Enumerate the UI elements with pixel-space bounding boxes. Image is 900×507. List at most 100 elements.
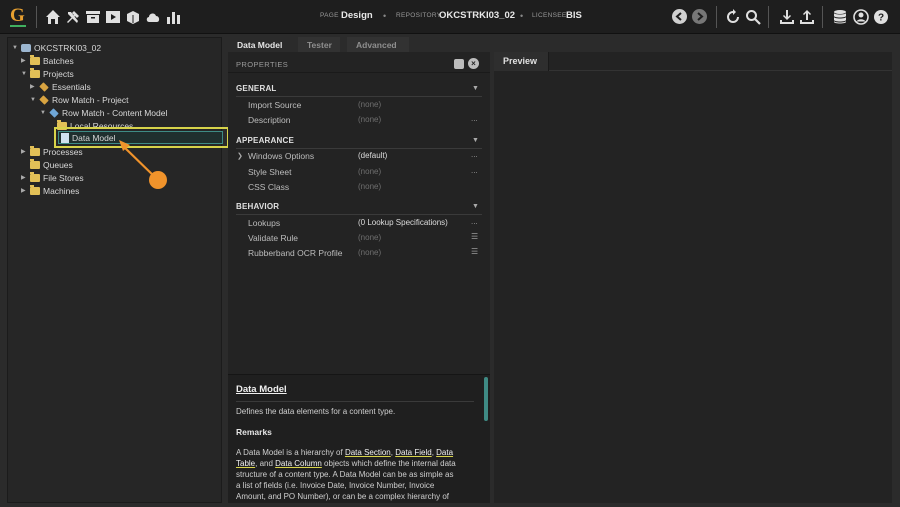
property-name: CSS Class xyxy=(248,182,290,192)
forward-icon[interactable] xyxy=(692,9,707,24)
tree-root[interactable]: ▼ OKCSTRKI03_02 xyxy=(12,41,101,54)
property-name: Windows Options xyxy=(248,151,315,161)
upload-icon[interactable] xyxy=(798,8,816,26)
home-icon[interactable] xyxy=(44,8,62,26)
folder-icon xyxy=(30,145,40,156)
property-value[interactable]: (none) xyxy=(358,182,381,191)
expand-caret-icon[interactable]: ▼ xyxy=(21,71,30,77)
user-icon[interactable] xyxy=(852,8,870,26)
help-paragraph: A Data Model is a hierarchy of Data Sect… xyxy=(236,448,456,501)
help-link-data-section[interactable]: Data Section xyxy=(345,448,391,457)
back-icon[interactable] xyxy=(672,9,687,24)
page-value: Design xyxy=(341,10,373,21)
ellipsis-button[interactable]: ... xyxy=(471,114,478,123)
close-icon[interactable]: × xyxy=(468,58,479,69)
save-icon[interactable] xyxy=(454,59,464,69)
page-label: PAGE xyxy=(320,12,339,19)
cloud-icon[interactable] xyxy=(144,8,162,26)
property-name: Validate Rule xyxy=(248,233,298,243)
tree-item-data-model[interactable]: Data Model xyxy=(61,131,115,144)
folder-icon xyxy=(30,171,40,182)
search-icon[interactable] xyxy=(744,8,762,26)
folder-icon xyxy=(30,67,40,78)
tree-item-content-model[interactable]: ▼ Row Match - Content Model xyxy=(40,106,167,119)
expand-caret-icon[interactable]: ▶ xyxy=(21,187,30,194)
help-title: Data Model xyxy=(236,384,287,395)
repository-value: OKCSTRKI03_02 xyxy=(439,10,516,21)
tree-item-queues[interactable]: Queues xyxy=(21,158,73,171)
help-summary: Defines the data elements for a content … xyxy=(236,407,396,416)
help-link-data-column[interactable]: Data Column xyxy=(275,459,322,468)
list-icon[interactable]: ☰ xyxy=(471,247,478,256)
help-panel: Data Model Defines the data elements for… xyxy=(228,374,490,503)
tree-item-essentials[interactable]: ▶ Essentials xyxy=(30,80,91,93)
list-icon[interactable]: ☰ xyxy=(471,232,478,241)
tree-item-row-match-project[interactable]: ▼ Row Match - Project xyxy=(30,93,129,106)
property-value[interactable]: (none) xyxy=(358,167,381,176)
download-icon[interactable] xyxy=(778,8,796,26)
tab-tester[interactable]: Tester xyxy=(298,37,340,53)
property-value[interactable]: (none) xyxy=(358,100,381,109)
licensee-label: LICENSEE xyxy=(532,12,567,19)
chevron-down-icon[interactable]: ▼ xyxy=(472,85,479,92)
tab-advanced[interactable]: Advanced xyxy=(347,37,409,53)
property-value[interactable]: (0 Lookup Specifications) xyxy=(358,218,448,227)
tab-data-model[interactable]: Data Model xyxy=(228,37,294,53)
help-scrollbar[interactable] xyxy=(484,377,488,421)
help-link-data-table[interactable]: Table xyxy=(236,459,255,468)
expand-caret-icon[interactable]: ▶ xyxy=(21,174,30,181)
property-value[interactable]: (none) xyxy=(358,233,381,242)
property-name: Lookups xyxy=(248,218,281,228)
package-icon[interactable] xyxy=(124,8,142,26)
repository-label: REPOSITORY xyxy=(396,12,442,19)
expand-caret-icon[interactable]: ▼ xyxy=(12,45,21,51)
ellipsis-button[interactable]: ... xyxy=(471,150,478,159)
folder-icon xyxy=(30,184,40,195)
property-name: Style Sheet xyxy=(248,167,292,177)
help-icon[interactable]: ? xyxy=(872,8,890,26)
chevron-down-icon[interactable]: ▼ xyxy=(472,137,479,144)
expand-caret-icon[interactable]: ▶ xyxy=(30,83,39,90)
folder-icon xyxy=(30,158,40,169)
refresh-icon[interactable] xyxy=(724,8,742,26)
preview-panel xyxy=(494,52,892,503)
help-link-data-field[interactable]: Data Field xyxy=(395,448,431,457)
help-link-data-table[interactable]: Data xyxy=(436,448,453,457)
tools-icon[interactable] xyxy=(64,8,82,26)
bar-chart-icon[interactable] xyxy=(164,8,182,26)
tree-item-file-stores[interactable]: ▶ File Stores xyxy=(21,171,84,184)
tab-preview[interactable]: Preview xyxy=(494,52,549,71)
property-name: Import Source xyxy=(248,100,302,110)
tree-item-batches[interactable]: ▶ Batches xyxy=(21,54,74,67)
expand-caret-icon[interactable]: ❯ xyxy=(237,152,243,160)
database-icon[interactable] xyxy=(831,8,849,26)
help-remarks-title: Remarks xyxy=(236,427,272,437)
project-icon xyxy=(39,94,49,105)
archive-icon[interactable] xyxy=(84,8,102,26)
section-appearance[interactable]: APPEARANCE xyxy=(236,136,294,145)
tree-item-processes[interactable]: ▶ Processes xyxy=(21,145,83,158)
expand-caret-icon[interactable]: ▼ xyxy=(40,110,49,116)
section-behavior[interactable]: BEHAVIOR xyxy=(236,202,279,211)
repository-icon xyxy=(21,43,31,52)
property-value[interactable]: (none) xyxy=(358,115,381,124)
project-icon xyxy=(39,81,49,92)
tree-item-machines[interactable]: ▶ Machines xyxy=(21,184,79,197)
data-model-icon xyxy=(61,132,69,143)
properties-header: PROPERTIES xyxy=(236,60,289,69)
property-name: Rubberband OCR Profile xyxy=(248,248,343,258)
content-model-icon xyxy=(49,107,59,118)
app-logo[interactable]: G xyxy=(10,5,28,27)
tree-item-projects[interactable]: ▼ Projects xyxy=(21,67,74,80)
expand-caret-icon[interactable]: ▶ xyxy=(21,148,30,155)
ellipsis-button[interactable]: ... xyxy=(471,166,478,175)
property-value[interactable]: (none) xyxy=(358,248,381,257)
ellipsis-button[interactable]: ... xyxy=(471,217,478,226)
play-icon[interactable] xyxy=(104,8,122,26)
section-general[interactable]: GENERAL xyxy=(236,84,277,93)
chevron-down-icon[interactable]: ▼ xyxy=(472,203,479,210)
property-name: Description xyxy=(248,115,291,125)
property-value[interactable]: (default) xyxy=(358,151,387,160)
expand-caret-icon[interactable]: ▼ xyxy=(30,97,39,103)
expand-caret-icon[interactable]: ▶ xyxy=(21,57,30,64)
